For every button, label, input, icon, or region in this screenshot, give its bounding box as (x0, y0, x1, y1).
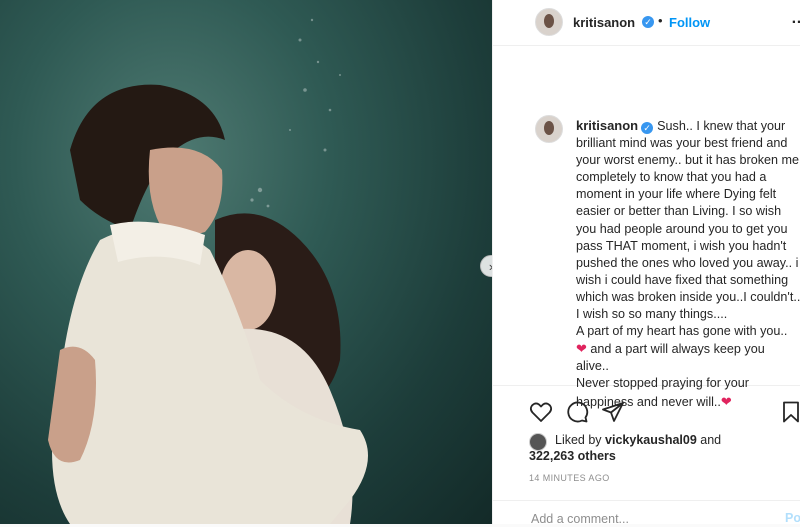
action-bar (529, 400, 800, 426)
like-heart-icon[interactable] (529, 400, 553, 424)
header-separator: • (658, 13, 663, 28)
caption-avatar[interactable] (535, 115, 563, 143)
caption-text: kritisanon ✓ Sush.. I knew that your brill… (576, 117, 800, 411)
post-timestamp[interactable]: 14 MINUTES AGO (529, 473, 610, 483)
likes-count[interactable]: 322,263 others (529, 449, 616, 463)
save-bookmark-icon[interactable] (779, 400, 800, 424)
post-photo[interactable]: › (0, 0, 492, 524)
share-icon[interactable] (601, 400, 625, 424)
add-comment-bar: Post (493, 500, 800, 527)
verified-badge-icon: ✓ (641, 122, 654, 134)
comment-input[interactable] (529, 511, 753, 527)
comment-icon[interactable] (565, 400, 589, 424)
post-comment-button[interactable]: Post (785, 511, 800, 525)
caption-line: and a part will always keep you alive.. (576, 342, 765, 374)
heart-emoji-icon: ❤ (576, 341, 587, 357)
liked-by-username[interactable]: vickykaushal09 (605, 433, 697, 447)
caption-section: kritisanon ✓ Sush.. I knew that your brill… (493, 45, 800, 409)
caption-username[interactable]: kritisanon (576, 118, 638, 133)
liked-by-line: Liked by vickykaushal09 and (555, 433, 721, 447)
author-username[interactable]: kritisanon (573, 15, 635, 30)
post-header: kritisanon ✓ • Follow … (493, 0, 800, 46)
verified-badge-icon: ✓ (642, 16, 654, 28)
author-avatar[interactable] (535, 8, 563, 36)
liked-by-suffix: and (700, 433, 722, 447)
post-side-panel: kritisanon ✓ • Follow … kritisanon✓Sush.… (492, 0, 800, 527)
caption-line: Sush.. I knew that your brilliant mind w… (576, 119, 800, 304)
liked-by-prefix: Liked by (555, 433, 602, 447)
caption-line: A part of my heart has gone with you.. (576, 324, 788, 339)
post-photo-illustration (48, 18, 368, 524)
follow-button[interactable]: Follow (669, 15, 710, 30)
caption-line: I wish so so many things.... (576, 307, 728, 322)
more-options-icon[interactable]: … (791, 10, 800, 28)
